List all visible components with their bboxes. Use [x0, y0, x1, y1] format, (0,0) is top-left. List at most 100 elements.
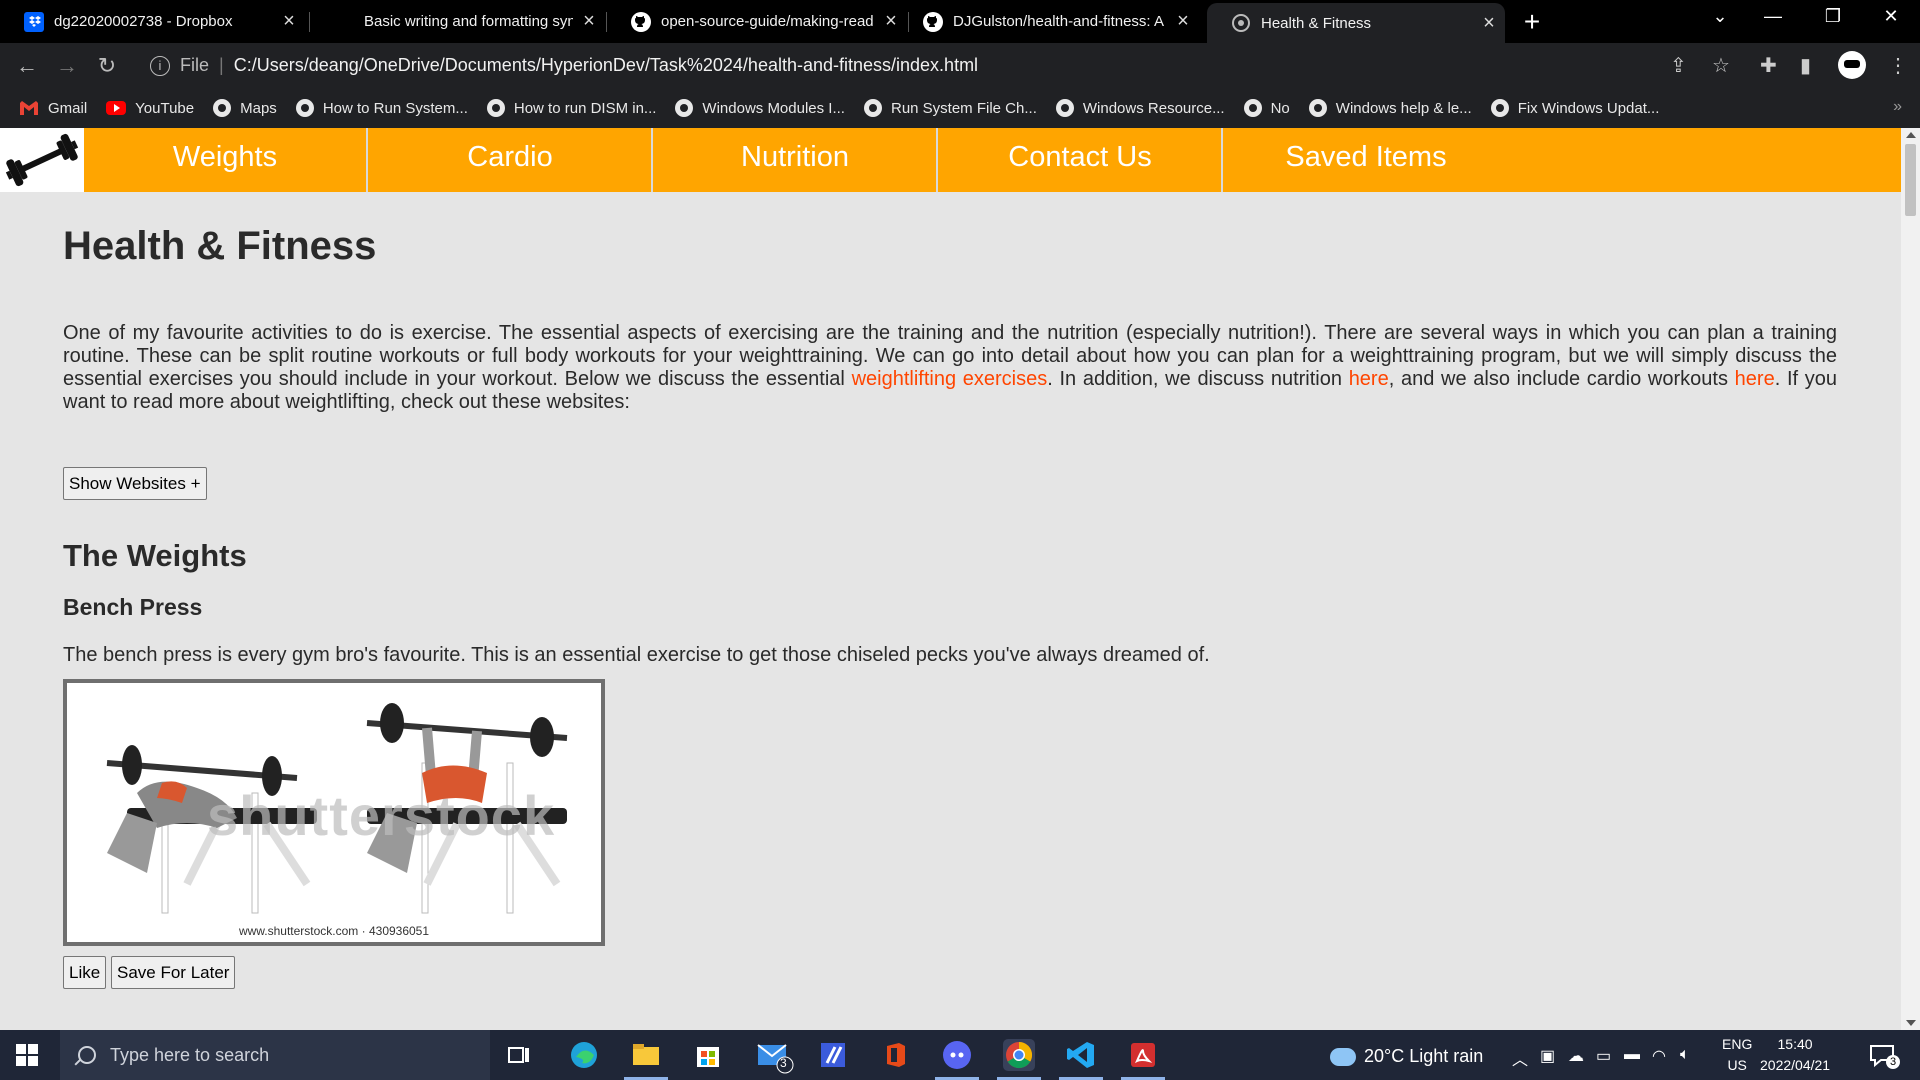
search-placeholder: Type here to search — [110, 1044, 270, 1065]
close-icon[interactable]: × — [273, 10, 305, 33]
bookmark-youtube[interactable]: YouTube — [106, 100, 194, 117]
nutrition-link[interactable]: here — [1349, 368, 1389, 390]
globe-icon — [1308, 99, 1327, 117]
chevron-right-icon[interactable]: » — [1893, 98, 1902, 116]
minimize-button[interactable]: — — [1753, 6, 1793, 27]
menu-dots-icon[interactable]: ⋮ — [1888, 53, 1908, 78]
mail-badge: 3 — [780, 1056, 787, 1070]
office-icon[interactable] — [879, 1039, 911, 1071]
bookmark-sfc[interactable]: Run System File Ch... — [863, 99, 1037, 117]
onedrive-icon[interactable]: ☁ — [1568, 1046, 1584, 1066]
language-indicator[interactable]: ENG US — [1722, 1034, 1752, 1076]
tab-dropbox[interactable]: dg22020002738 - Dropbox × — [0, 0, 305, 43]
bookmark-label: Fix Windows Updat... — [1517, 99, 1660, 117]
bookmark-fix-windows-update[interactable]: Fix Windows Updat... — [1490, 99, 1660, 117]
display-icon[interactable]: ▭ — [1596, 1046, 1611, 1066]
system-clock[interactable]: 15:40 2022/04/21 — [1760, 1034, 1830, 1076]
tab-health-fitness[interactable]: Health & Fitness × — [1207, 3, 1505, 43]
gmail-icon — [20, 101, 38, 115]
bookmark-label: Windows Resource... — [1082, 99, 1225, 117]
meet-now-icon[interactable]: ▣ — [1540, 1046, 1555, 1066]
bookmark-star-icon[interactable]: ☆ — [1712, 53, 1730, 78]
page-scrollbar[interactable] — [1901, 128, 1920, 1030]
share-icon[interactable]: ⇪ — [1670, 53, 1687, 78]
scheme-label: File — [180, 55, 210, 75]
page-viewport: Weights Cardio Nutrition Contact Us Save… — [0, 128, 1901, 1030]
clock-time: 15:40 — [1777, 1036, 1813, 1052]
chrome-icon[interactable] — [997, 1039, 1041, 1080]
bookmark-no[interactable]: No — [1243, 99, 1290, 117]
bookmark-windows-help[interactable]: Windows help & le... — [1308, 99, 1472, 117]
globe-icon — [675, 99, 694, 117]
keyboard-layout: US — [1727, 1057, 1747, 1073]
acrobat-icon[interactable] — [1121, 1039, 1165, 1080]
microsoft-store-icon[interactable] — [692, 1039, 724, 1071]
chevron-up-icon[interactable]: ︿ — [1512, 1046, 1528, 1070]
bookmark-dism[interactable]: How to run DISM in... — [486, 99, 657, 117]
scroll-up-icon[interactable] — [1906, 132, 1916, 138]
github-icon — [923, 11, 943, 32]
close-icon[interactable]: × — [1167, 10, 1199, 33]
tab-github-repo[interactable]: DJGulston/health-and-fitness: A × — [899, 0, 1199, 43]
battery-icon[interactable]: ▬ — [1624, 1046, 1640, 1064]
site-navbar: Weights Cardio Nutrition Contact Us Save… — [0, 128, 1901, 192]
tab-open-source-guide[interactable]: open-source-guide/making-read × — [607, 0, 907, 43]
tab-title: DJGulston/health-and-fitness: A — [953, 13, 1164, 30]
bookmark-windows-modules[interactable]: Windows Modules I... — [675, 99, 845, 117]
app-icon[interactable] — [817, 1039, 849, 1071]
info-icon[interactable]: i — [150, 55, 170, 76]
forward-arrow-icon[interactable]: → — [52, 51, 82, 81]
url-bar[interactable]: i File | C:/Users/deang/OneDrive/Documen… — [132, 48, 1764, 83]
new-tab-button[interactable]: + — [1516, 6, 1548, 38]
close-window-button[interactable]: ✕ — [1871, 6, 1911, 27]
discord-icon[interactable] — [935, 1039, 979, 1080]
tab-search-icon[interactable]: ⌄ — [1700, 6, 1740, 27]
bookmark-windows-resource[interactable]: Windows Resource... — [1055, 99, 1225, 117]
cardio-link[interactable]: here — [1735, 368, 1775, 390]
scroll-thumb[interactable] — [1905, 144, 1916, 216]
taskbar-search[interactable]: Type here to search — [60, 1030, 490, 1080]
dumbbell-logo[interactable] — [0, 128, 84, 192]
close-icon[interactable]: × — [573, 10, 605, 33]
notification-icon[interactable]: 3 — [1866, 1039, 1900, 1071]
url-text[interactable]: C:/Users/deang/OneDrive/Documents/Hyperi… — [234, 55, 978, 76]
profile-avatar[interactable] — [1838, 51, 1866, 79]
back-arrow-icon[interactable]: ← — [12, 51, 42, 81]
bench-press-image: shutterstock www.shutterstock.com · 4309… — [63, 679, 605, 946]
like-button[interactable]: Like — [63, 956, 107, 989]
globe-icon — [1232, 14, 1250, 32]
bench-press-description: The bench press is every gym bro's favou… — [63, 644, 1210, 666]
github-icon — [631, 11, 651, 32]
scroll-down-icon[interactable] — [1906, 1020, 1916, 1026]
windows-start-icon[interactable] — [16, 1044, 38, 1066]
wifi-icon[interactable]: ◠ — [1652, 1046, 1666, 1066]
bookmark-system-restore[interactable]: How to Run System... — [295, 99, 468, 117]
show-websites-button[interactable]: Show Websites + — [63, 467, 207, 500]
restore-button[interactable]: ❐ — [1813, 6, 1853, 27]
nav-contact-us[interactable]: Contact Us — [939, 128, 1223, 192]
file-explorer-icon[interactable] — [624, 1039, 668, 1080]
weather-widget[interactable]: 20°C Light rain — [1330, 1046, 1483, 1067]
nav-saved-items[interactable]: Saved Items — [1224, 128, 1508, 192]
nav-weights[interactable]: Weights — [84, 128, 368, 192]
weightlifting-link[interactable]: weightlifting exercises — [852, 368, 1048, 390]
bookmark-gmail[interactable]: Gmail — [19, 100, 87, 117]
bookmark-label: How to run DISM in... — [513, 99, 657, 117]
task-view-icon[interactable] — [503, 1039, 535, 1071]
extensions-icon[interactable]: ✚ — [1760, 53, 1777, 78]
edge-icon[interactable] — [568, 1039, 600, 1071]
vscode-icon[interactable] — [1059, 1039, 1103, 1080]
side-panel-icon[interactable]: ▮ — [1800, 53, 1811, 78]
image-credit: www.shutterstock.com · 430936051 — [238, 924, 430, 938]
tab-markdown-syntax[interactable]: Basic writing and formatting synt × — [310, 0, 605, 43]
close-icon[interactable]: × — [1473, 12, 1505, 35]
nav-cardio[interactable]: Cardio — [369, 128, 653, 192]
volume-icon[interactable]: 🔈︎ — [1680, 1046, 1690, 1064]
bookmark-maps[interactable]: Maps — [213, 99, 277, 117]
nav-nutrition[interactable]: Nutrition — [654, 128, 938, 192]
save-for-later-button[interactable]: Save For Later — [111, 956, 236, 989]
reload-icon[interactable]: ↻ — [92, 51, 122, 81]
bookmark-label: How to Run System... — [322, 99, 468, 117]
mail-icon[interactable]: 3 — [755, 1039, 794, 1074]
image-watermark: shutterstock — [207, 784, 556, 847]
